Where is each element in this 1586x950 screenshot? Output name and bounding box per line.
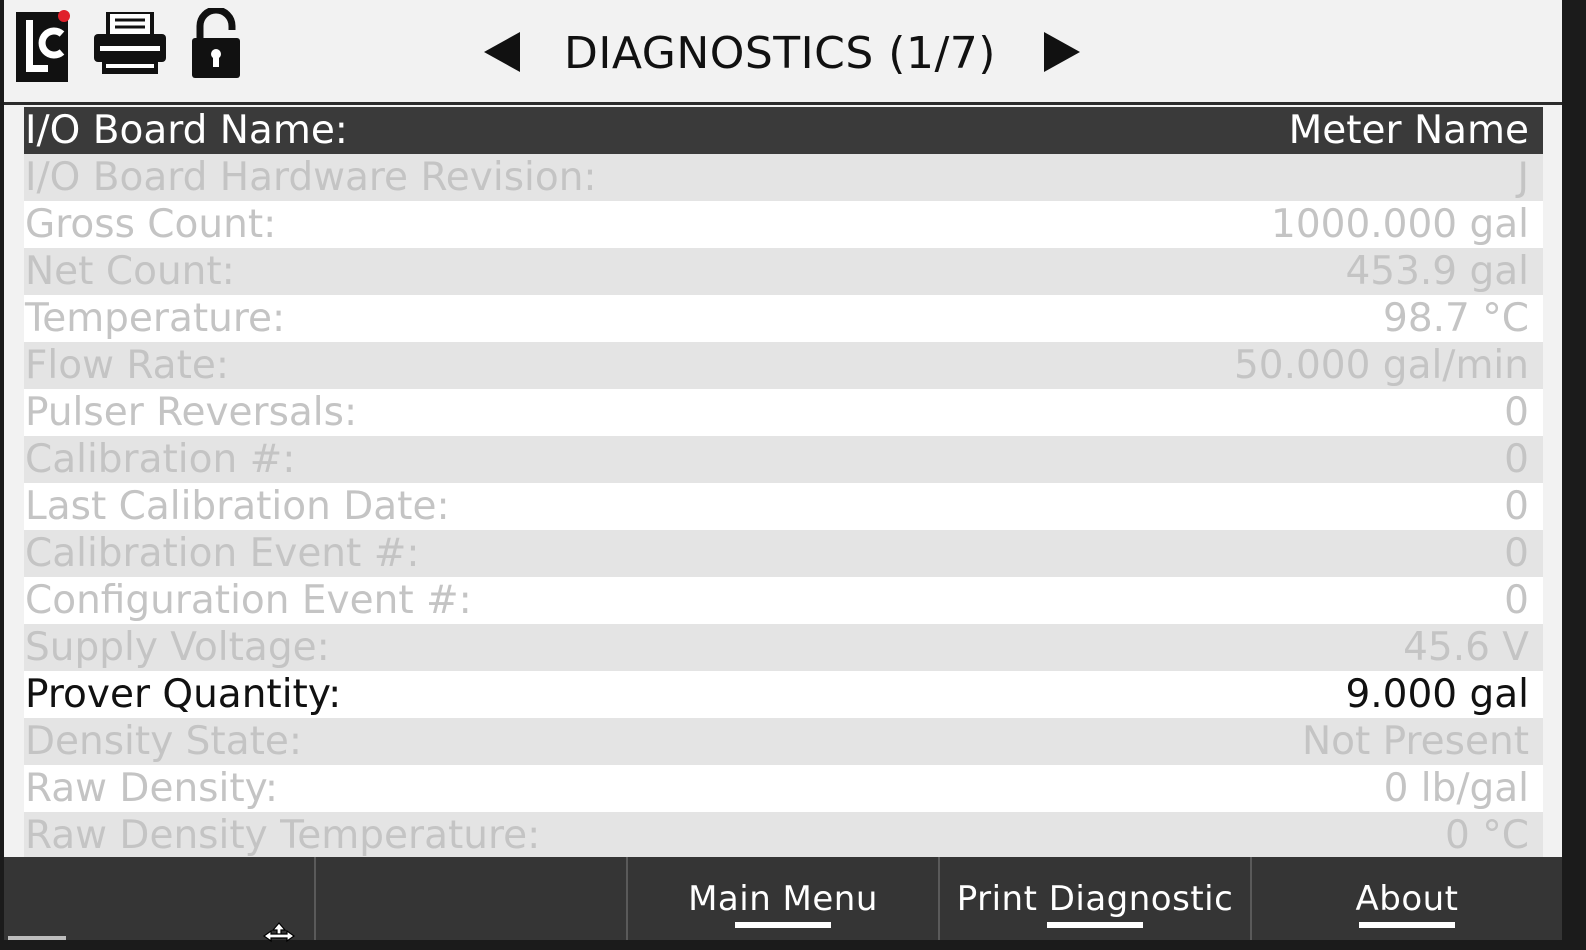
diagnostics-screen: DIAGNOSTICS (1/7) I/O Board Name: Meter N… [4,0,1562,940]
footer-toolbar: Main Menu Print Diagnostic About [4,857,1562,940]
diagnostic-row[interactable]: Net Count: 453.9 gal [24,248,1543,295]
diagnostics-list: I/O Board Name: Meter Name I/O Board Hardw… [24,107,1543,859]
diagnostic-row[interactable]: Gross Count: 1000.000 gal [24,201,1543,248]
diagnostic-value: 45.6 V [1403,625,1529,670]
diagnostic-label: Supply Voltage: [25,625,330,670]
diagnostic-row[interactable]: Raw Density Temperature: 0 °C [24,812,1543,859]
diagnostic-row[interactable]: I/O Board Name: Meter Name [24,107,1543,154]
unlock-icon[interactable] [190,8,242,80]
next-page-arrow-icon[interactable] [1042,30,1082,78]
diagnostic-label: Last Calibration Date: [25,484,450,529]
diagnostic-row[interactable]: Calibration #: 0 [24,436,1543,483]
diagnostic-label: Gross Count: [25,202,277,247]
diagnostic-value: 50.000 gal/min [1233,343,1529,388]
lc-logo-icon[interactable] [16,8,72,84]
diagnostic-label: Calibration Event #: [25,531,420,576]
print-diagnostic-label: Print Diagnostic [956,878,1234,919]
about-label: About [1355,878,1459,919]
diagnostic-row[interactable]: Prover Quantity: 9.000 gal [24,671,1543,718]
diagnostic-row[interactable]: Supply Voltage: 45.6 V [24,624,1543,671]
diagnostic-value: 0 [1504,531,1529,576]
diagnostic-value: 1000.000 gal [1271,202,1529,247]
diagnostic-label: Net Count: [25,249,235,294]
diagnostic-value: 0 [1504,578,1529,623]
diagnostic-row[interactable]: I/O Board Hardware Revision: J [24,154,1543,201]
diagnostic-value: 453.9 gal [1345,249,1529,294]
header-bar: DIAGNOSTICS (1/7) [4,0,1562,105]
about-underline [1359,922,1455,928]
diagnostic-row[interactable]: Calibration Event #: 0 [24,530,1543,577]
diagnostic-label: Flow Rate: [25,343,229,388]
diagnostic-label: Density State: [25,719,303,764]
diagnostic-row[interactable]: Pulser Reversals: 0 [24,389,1543,436]
main-menu-button[interactable]: Main Menu [628,857,940,940]
softkey-2[interactable] [316,857,628,940]
main-menu-label: Main Menu [688,878,878,919]
diagnostic-value: 0 [1504,390,1529,435]
scroll-indicator [8,936,66,940]
about-button[interactable]: About [1252,857,1562,940]
diagnostic-label: I/O Board Hardware Revision: [25,155,597,200]
diagnostic-label: Raw Density: [25,766,279,811]
diagnostic-label: Configuration Event #: [25,578,472,623]
diagnostic-row[interactable]: Temperature: 98.7 °C [24,295,1543,342]
diagnostic-value: 0 °C [1445,813,1529,858]
diagnostic-label: Raw Density Temperature: [25,813,541,858]
diagnostic-row[interactable]: Density State: Not Present [24,718,1543,765]
diagnostic-value: 9.000 gal [1345,672,1529,717]
print-diagnostic-button[interactable]: Print Diagnostic [940,857,1252,940]
diagnostic-value: J [1517,155,1529,200]
main-menu-underline [735,922,831,928]
diagnostic-label: Temperature: [25,296,286,341]
diagnostic-value: Not Present [1301,719,1529,764]
diagnostic-label: Prover Quantity: [25,672,342,717]
window-bottom-edge [0,940,1586,950]
diagnostic-row[interactable]: Flow Rate: 50.000 gal/min [24,342,1543,389]
printer-icon[interactable] [92,12,168,78]
page-title: DIAGNOSTICS (1/7) [564,28,996,79]
move-cursor-icon [262,922,296,950]
diagnostic-value: 0 lb/gal [1383,766,1529,811]
diagnostic-label: I/O Board Name: [25,108,348,153]
diagnostic-row[interactable]: Last Calibration Date: 0 [24,483,1543,530]
diagnostic-value: Meter Name [1288,108,1529,153]
diagnostic-row[interactable]: Raw Density: 0 lb/gal [24,765,1543,812]
diagnostic-label: Calibration #: [25,437,296,482]
diagnostic-value: 98.7 °C [1383,296,1529,341]
diagnostic-value: 0 [1504,437,1529,482]
diagnostic-row[interactable]: Configuration Event #: 0 [24,577,1543,624]
previous-page-arrow-icon[interactable] [482,30,522,78]
print-diagnostic-underline [1047,922,1143,928]
diagnostic-label: Pulser Reversals: [25,390,358,435]
diagnostic-value: 0 [1504,484,1529,529]
